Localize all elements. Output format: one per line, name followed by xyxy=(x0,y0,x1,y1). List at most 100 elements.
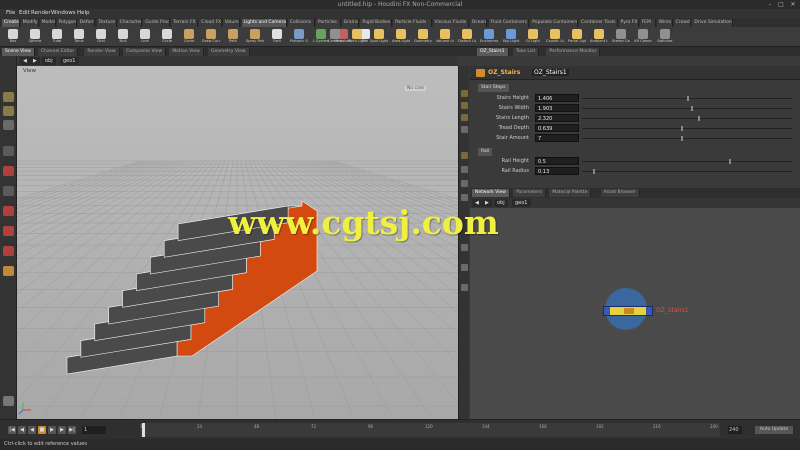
parameter-value-field[interactable]: 1.406 xyxy=(535,94,579,102)
display-options-icon[interactable] xyxy=(461,90,468,97)
shelf-tool[interactable]: Box xyxy=(4,28,22,46)
shelf-tab[interactable]: Pyro FX xyxy=(618,19,639,27)
shelf-tool[interactable]: Tube xyxy=(48,28,66,46)
jump-end-button[interactable]: ▶| xyxy=(68,426,76,434)
shelf-tab[interactable]: Populate Containers xyxy=(530,19,578,27)
shelf-tab[interactable]: Model xyxy=(39,19,56,27)
grid-snap-icon[interactable] xyxy=(3,246,14,256)
shelf-tool[interactable]: Caustic Light xyxy=(546,28,564,46)
shading-mode-icon[interactable] xyxy=(461,102,468,109)
current-frame-field[interactable]: 1 xyxy=(82,426,106,434)
timeline-cursor[interactable] xyxy=(142,423,145,437)
shelf-tab[interactable]: Create xyxy=(2,19,20,27)
slider-knob[interactable] xyxy=(680,136,683,141)
menu-file[interactable]: File xyxy=(6,10,15,16)
brush-tool-icon[interactable] xyxy=(3,186,14,196)
point-display-icon[interactable] xyxy=(461,152,468,159)
shelf-tool[interactable]: Sphere xyxy=(26,28,44,46)
parameter-slider[interactable] xyxy=(582,106,792,111)
tab-stair-steps[interactable]: Stair Steps xyxy=(478,84,509,92)
shelf-tab[interactable]: Polygon xyxy=(56,19,77,27)
shelf-tab[interactable]: Character xyxy=(117,19,143,27)
vis-icon[interactable] xyxy=(461,284,468,291)
path-context[interactable]: obj xyxy=(42,57,56,65)
play-button[interactable]: ▶ xyxy=(48,426,56,434)
right-pane-tab[interactable]: OZ_Stairs1 xyxy=(477,48,509,56)
ghost-icon[interactable] xyxy=(461,126,468,133)
menu-render[interactable]: Render xyxy=(31,10,51,16)
handle-tool-icon[interactable] xyxy=(3,166,14,176)
parameter-value-field[interactable]: 7 xyxy=(535,134,579,142)
shelf-tab[interactable]: Guide Proc xyxy=(143,19,171,27)
shelf-tool[interactable]: Platonic Solids xyxy=(290,28,308,46)
left-pane-tab[interactable]: Scene View xyxy=(2,48,35,56)
key-options-button[interactable]: Auto Update xyxy=(755,426,793,434)
shelf-tool[interactable]: Portal Light xyxy=(568,28,586,46)
network-tab[interactable]: Network View xyxy=(472,189,510,197)
left-pane-tab[interactable]: Channel Editor xyxy=(38,48,79,56)
parameter-value-field[interactable]: 0.639 xyxy=(535,124,579,132)
shelf-tool[interactable]: Camera xyxy=(326,28,344,46)
render-region-icon[interactable] xyxy=(3,266,14,276)
minimize-button[interactable]: – xyxy=(765,1,775,8)
end-frame-field[interactable]: 240 xyxy=(728,426,742,434)
shelf-tool[interactable]: Environment Light xyxy=(480,28,498,46)
snap-tool-icon[interactable] xyxy=(3,206,14,216)
shelf-tab[interactable]: Particles xyxy=(315,19,341,27)
shelf-tab[interactable]: Oceans xyxy=(469,19,488,27)
shelf-tab[interactable]: Particle Fluids xyxy=(393,19,432,27)
guide-icon[interactable] xyxy=(461,264,468,271)
parameter-value-field[interactable]: 1.903 xyxy=(535,104,579,112)
network-tab[interactable]: Asset Browser xyxy=(600,189,640,197)
slider-knob[interactable] xyxy=(697,116,700,121)
shelf-tab[interactable]: Viscous Fluids xyxy=(432,19,469,27)
shelf-tab[interactable]: Drive Simulation xyxy=(692,19,734,27)
back-button[interactable]: ◀ xyxy=(20,57,30,65)
shelf-tool[interactable]: Spray Paint xyxy=(246,28,264,46)
tab-rail[interactable]: Rail xyxy=(478,148,493,156)
slider-knob[interactable] xyxy=(680,126,683,131)
slider-knob[interactable] xyxy=(729,159,731,164)
background-icon[interactable] xyxy=(461,244,468,251)
parameter-slider[interactable] xyxy=(582,96,792,101)
shelf-tool[interactable]: GI Light xyxy=(524,28,542,46)
menu-windows[interactable]: Windows xyxy=(51,10,76,16)
shelf-tool[interactable]: VR Camera xyxy=(634,28,652,46)
shelf-tool[interactable]: Curve xyxy=(180,28,198,46)
shelf-tool[interactable]: Stereo Camera xyxy=(612,28,630,46)
forward-button[interactable]: ▶ xyxy=(30,57,40,65)
shelf-tool[interactable]: Distant Light xyxy=(458,28,476,46)
node-bypass-flag[interactable] xyxy=(604,307,610,315)
shelf-tool[interactable]: Grid xyxy=(92,28,110,46)
maximize-button[interactable]: □ xyxy=(776,1,786,8)
network-editor[interactable]: OZ_Stairs1 xyxy=(470,208,800,419)
shelf-tab[interactable]: Deform xyxy=(77,19,96,27)
shelf-tool[interactable]: Line xyxy=(136,28,154,46)
view-tool-icon[interactable] xyxy=(3,120,14,130)
transform-tool-icon[interactable] xyxy=(3,106,14,116)
shelf-tab[interactable]: Collisions xyxy=(287,19,315,27)
shelf-tab[interactable]: Texture xyxy=(96,19,117,27)
pose-tool-icon[interactable] xyxy=(3,146,14,156)
network-tab[interactable]: Material Palette xyxy=(549,189,592,197)
shelf-tab[interactable]: Lights and Cameras xyxy=(241,19,287,27)
stop-button[interactable]: ■ xyxy=(38,426,46,434)
shelf-tool[interactable]: Volume Light xyxy=(436,28,454,46)
shelf-tab[interactable]: Crowds xyxy=(673,19,692,27)
shelf-tool[interactable]: Torus xyxy=(70,28,88,46)
shelf-tool[interactable]: Font xyxy=(268,28,286,46)
shelf-tool[interactable]: Null xyxy=(114,28,132,46)
uv-icon[interactable] xyxy=(461,180,468,187)
shelf-tool[interactable]: Circle xyxy=(158,28,176,46)
shelf-tab[interactable]: Modify xyxy=(20,19,39,27)
shelf-tool[interactable]: Draw Curve xyxy=(202,28,220,46)
left-pane-tab[interactable]: Motion View xyxy=(169,48,204,56)
shelf-tool[interactable]: Ambient Light xyxy=(590,28,608,46)
shelf-tab[interactable]: Cloud FX xyxy=(199,19,222,27)
shelf-tool[interactable]: Path xyxy=(224,28,242,46)
normals-icon[interactable] xyxy=(461,166,468,173)
close-button[interactable]: ✕ xyxy=(788,1,798,8)
jump-start-button[interactable]: |◀ xyxy=(8,426,16,434)
right-pane-tab[interactable]: Performance Monitor xyxy=(546,48,601,56)
net-path-node[interactable]: geo1 xyxy=(512,199,531,207)
